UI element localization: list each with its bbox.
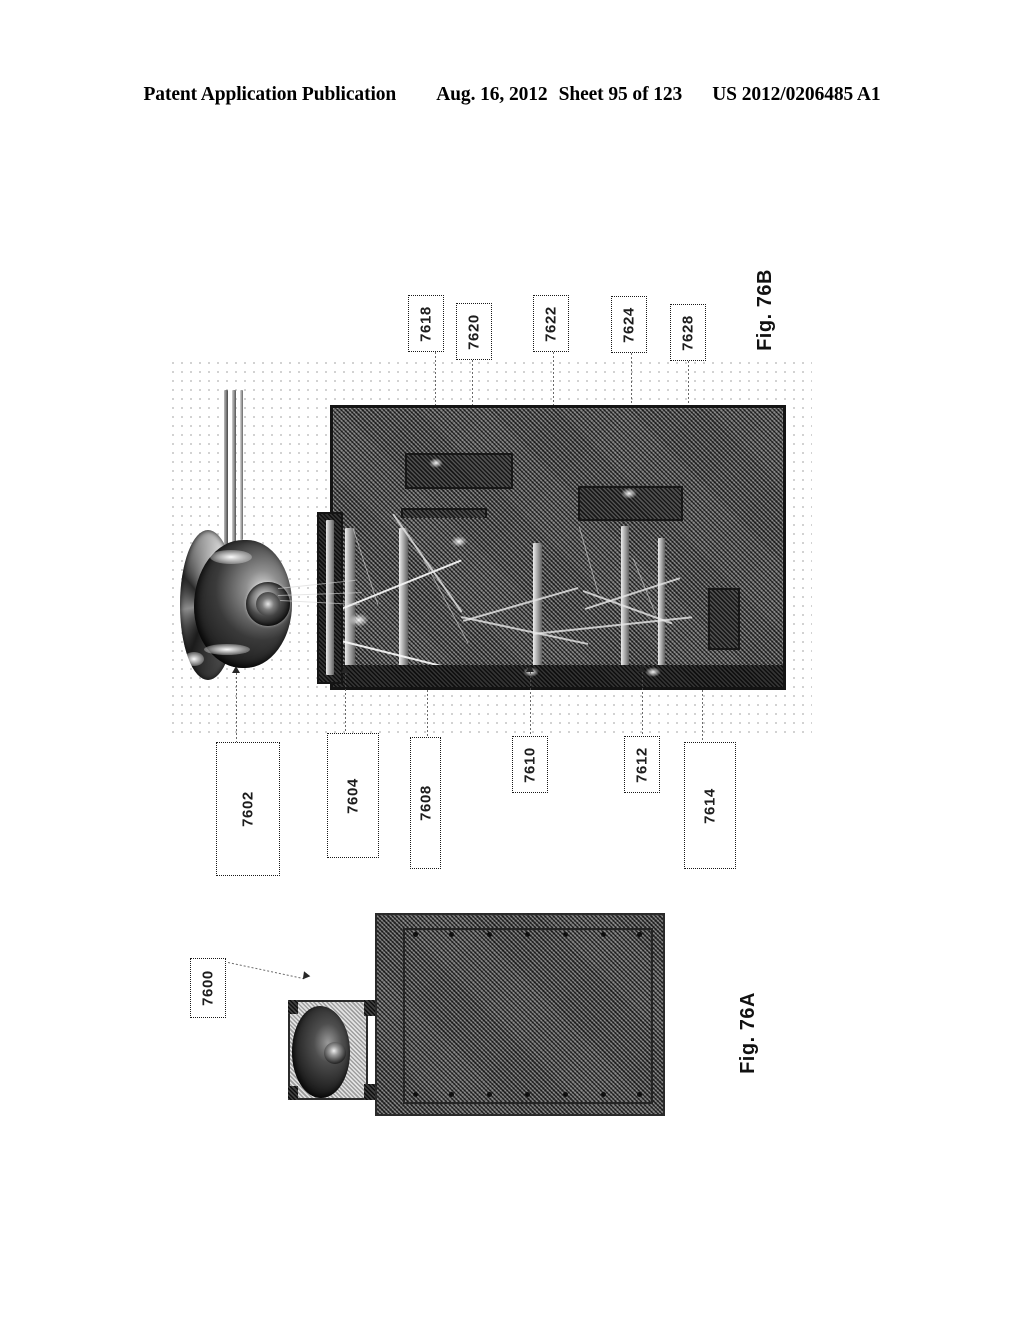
screw-dot (487, 1092, 492, 1097)
enclosure-inner-frame-76a (403, 928, 653, 1104)
interior-module-right-vertical (708, 588, 740, 650)
screw-dot (637, 1092, 642, 1097)
leader-arrow-7610 (526, 665, 534, 672)
leader-arrow-7600 (299, 971, 311, 982)
cable-stroke-11 (532, 616, 693, 635)
leader-arrow-7604 (341, 666, 349, 673)
screw-dot (601, 932, 606, 937)
screw-dot (487, 932, 492, 937)
vertical-post-far-left (345, 528, 355, 673)
callout-label: 7604 (344, 777, 362, 814)
mount-bar-left-bottom-76a (288, 1086, 298, 1100)
suspension-rod-3 (240, 390, 243, 540)
rail-highlight-2 (645, 667, 661, 677)
highlight-2 (621, 488, 637, 499)
dome-highlight-lower (204, 644, 250, 655)
dome-highlight-ring (184, 652, 204, 666)
screw-dot (413, 1092, 418, 1097)
cable-stroke-10 (352, 528, 379, 605)
mount-bar-top-76a (364, 1000, 375, 1016)
callout-box-7602[interactable]: 7602 (216, 742, 280, 876)
callout-box-7604[interactable]: 7604 (327, 733, 379, 858)
mount-bar-left-top-76a (288, 1000, 298, 1014)
leader-arrow-7612 (638, 665, 646, 672)
hinge-post (326, 520, 334, 675)
callout-label: 7622 (542, 305, 560, 342)
callout-box-7614[interactable]: 7614 (684, 742, 736, 869)
screw-dot (563, 932, 568, 937)
figure-sheet: 7618 7620 7622 7624 7628 Fig. 76B 7602 7… (0, 0, 1024, 1320)
screw-dot (449, 932, 454, 937)
callout-label: 7610 (521, 746, 539, 783)
cable-stroke-5 (462, 586, 579, 622)
callout-box-7628[interactable]: 7628 (670, 304, 706, 361)
callout-box-7600[interactable]: 7600 (190, 958, 226, 1018)
mount-bar-bottom-76a (364, 1084, 375, 1100)
callout-label: 7628 (679, 314, 697, 351)
leader-line-7608 (427, 690, 429, 737)
leader-line-7614 (702, 690, 704, 742)
callout-label: 7612 (633, 746, 651, 783)
highlight-1 (429, 458, 443, 468)
callout-box-7620[interactable]: 7620 (456, 303, 492, 360)
callout-label: 7620 (465, 313, 483, 350)
leader-line-7610 (530, 672, 532, 736)
leader-line-7612 (642, 672, 644, 736)
callout-label: 7602 (239, 791, 257, 827)
leader-line-7602 (236, 673, 238, 742)
dome-camera-assembly-76b (180, 528, 305, 683)
screw-dot (525, 932, 530, 937)
interior-module-upper-left (405, 453, 513, 489)
cable-stroke-8 (578, 526, 599, 595)
dome-lens-76a (324, 1042, 346, 1064)
highlight-4 (349, 613, 369, 627)
interior-module-mid-left (401, 508, 487, 518)
screw-dot (525, 1092, 530, 1097)
callout-box-7622[interactable]: 7622 (533, 295, 569, 352)
callout-box-7612[interactable]: 7612 (624, 736, 660, 793)
callout-label: 7618 (417, 305, 435, 342)
camera-module-76a (288, 1000, 368, 1100)
callout-label: 7600 (199, 970, 217, 1006)
callout-label: 7624 (620, 306, 638, 343)
chassis-bottom-rail (333, 665, 783, 687)
vertical-post-right-a (621, 526, 629, 674)
callout-label: 7608 (417, 785, 434, 821)
leader-arrow-7602 (232, 666, 240, 673)
highlight-3 (451, 536, 467, 547)
enclosure-body-76b (330, 405, 786, 690)
cable-stroke-12 (422, 558, 469, 644)
screw-dot (413, 932, 418, 937)
screw-dot (563, 1092, 568, 1097)
vertical-post-right-b (658, 538, 665, 670)
dome-highlight-upper (210, 550, 252, 564)
callout-label: 7614 (701, 787, 719, 824)
leader-line-7604 (345, 673, 347, 733)
callout-box-7610[interactable]: 7610 (512, 736, 548, 793)
enclosure-body-76a (375, 913, 665, 1116)
callout-box-7608[interactable]: 7608 (410, 737, 441, 869)
screw-dot (449, 1092, 454, 1097)
callout-box-7618[interactable]: 7618 (408, 295, 444, 352)
vertical-post-center (533, 543, 542, 673)
figure-caption-76a: Fig. 76A (737, 992, 759, 1074)
leader-line-7600 (227, 962, 305, 980)
screw-dot (601, 1092, 606, 1097)
screw-dot (637, 932, 642, 937)
dome-lens-aperture (256, 592, 280, 616)
callout-box-7624[interactable]: 7624 (611, 296, 647, 353)
vertical-post-left (399, 528, 408, 673)
figure-caption-76b: Fig. 76B (754, 269, 776, 351)
